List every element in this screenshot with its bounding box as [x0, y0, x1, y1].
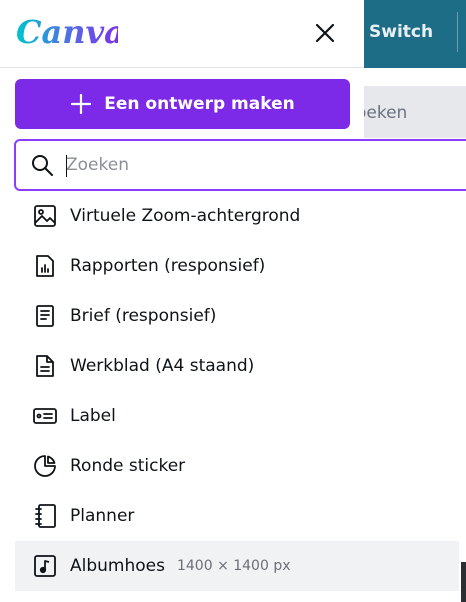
search-input[interactable] — [66, 151, 456, 179]
image-icon — [32, 203, 58, 229]
label-icon — [32, 403, 58, 429]
search-icon — [30, 153, 54, 177]
create-design-label: Een ontwerp maken — [104, 94, 295, 114]
panel-header: Canva — [0, 0, 364, 68]
worksheet-icon — [32, 353, 58, 379]
create-design-button[interactable]: Een ontwerp maken — [15, 79, 350, 129]
album-icon — [32, 553, 58, 579]
background-switch-button[interactable]: Switch — [369, 22, 433, 42]
canva-logo-text: Canva — [16, 13, 118, 51]
round-sticker-icon — [32, 453, 58, 479]
plus-icon — [70, 93, 92, 115]
report-icon — [32, 253, 58, 279]
close-icon — [315, 23, 335, 43]
list-item-dimensions: 1400 × 1400 px — [176, 558, 291, 574]
list-item-round-sticker[interactable]: Ronde sticker — [15, 441, 459, 491]
search-box[interactable] — [14, 139, 466, 191]
list-item-worksheet[interactable]: Werkblad (A4 staand) — [15, 341, 459, 391]
background-scrollbar[interactable] — [461, 562, 466, 602]
list-item-label: Rapporten (responsief) — [70, 256, 266, 276]
list-item-label: Werkblad (A4 staand) — [70, 356, 255, 376]
text-caret — [66, 155, 67, 177]
list-item-reports[interactable]: Rapporten (responsief) — [15, 241, 459, 291]
list-item-label: Ronde sticker — [70, 456, 186, 476]
close-button[interactable] — [312, 20, 338, 46]
list-item-letter[interactable]: Brief (responsief) — [15, 291, 459, 341]
list-item-planner[interactable]: Planner — [15, 491, 459, 541]
list-item-label: Planner — [70, 506, 135, 526]
letter-icon — [32, 303, 58, 329]
list-item-label: Virtuele Zoom-achtergrond — [70, 206, 301, 226]
list-item-label-design[interactable]: Label — [15, 391, 459, 441]
list-item-virtual-zoom-background[interactable]: Virtuele Zoom-achtergrond — [15, 191, 459, 241]
background-divider — [457, 12, 458, 52]
list-item-label: Brief (responsief) — [70, 306, 217, 326]
list-item-album-cover[interactable]: Albumhoes 1400 × 1400 px — [15, 541, 459, 591]
list-item-label: Label — [70, 406, 116, 426]
design-type-list: Virtuele Zoom-achtergrond Rapporten (res… — [15, 191, 459, 591]
canva-logo[interactable]: Canva — [14, 10, 125, 58]
planner-icon — [32, 503, 58, 529]
list-item-label: Albumhoes — [70, 556, 165, 576]
